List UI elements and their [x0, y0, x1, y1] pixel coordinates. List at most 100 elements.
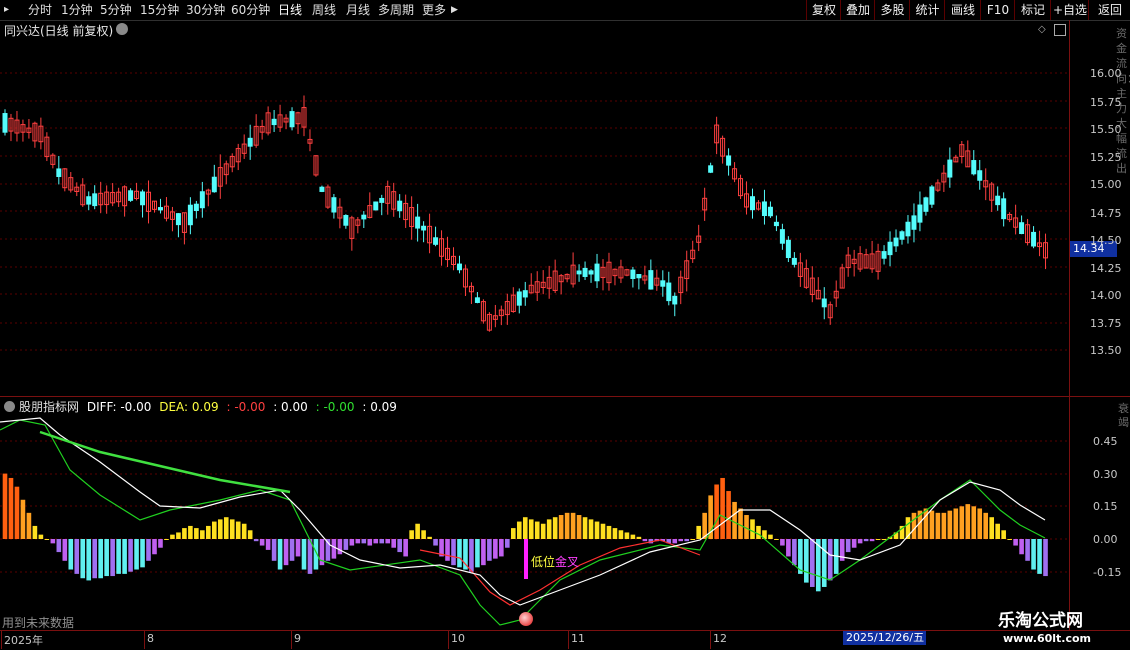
macd-histogram-bar: [738, 508, 743, 539]
time-axis-tick: [568, 631, 569, 649]
macd-histogram-bar: [44, 539, 50, 540]
macd-histogram-bar: [505, 539, 510, 548]
candle-body: [474, 297, 480, 303]
candle-body: [576, 270, 582, 275]
candle-body: [1001, 198, 1007, 220]
candle-body: [211, 176, 217, 193]
candle-body: [331, 197, 337, 213]
macd-histogram-bar: [427, 536, 432, 539]
candle-body: [660, 280, 666, 287]
candle-body: [594, 263, 600, 282]
macd-histogram-bar: [768, 534, 773, 539]
indicator-chevron-icon[interactable]: [4, 401, 15, 412]
macd-histogram-bar: [684, 539, 690, 542]
macd-histogram-bar: [217, 519, 223, 539]
macd-histogram-bar: [1037, 539, 1042, 574]
macd-histogram-bar: [391, 539, 396, 548]
macd-histogram-bar: [941, 512, 947, 539]
candle-body: [887, 241, 893, 256]
candle-body: [361, 214, 367, 220]
macd-histogram-bar: [499, 539, 504, 557]
price-axis-label: 16.00: [1090, 67, 1122, 80]
macd-histogram-bar: [511, 528, 516, 539]
macd-histogram-bar: [188, 525, 193, 539]
indicator-sidebar: 衰竭: [1118, 402, 1129, 429]
macd-histogram-bar: [38, 534, 44, 539]
dea-value: DEA: 0.09: [159, 400, 219, 414]
macd-histogram-bar: [259, 539, 265, 546]
macd-histogram-bar: [62, 539, 68, 561]
macd-histogram-bar: [409, 530, 414, 539]
indicator-header: 股朋指标网 DIFF: -0.00 DEA: 0.09 : -0.00 : 0.…: [4, 398, 401, 415]
macd-histogram-bar: [672, 539, 678, 544]
macd-histogram-bar: [403, 539, 408, 557]
candle-body: [881, 251, 887, 259]
macd-histogram-bar: [851, 539, 857, 548]
macd-histogram-bar: [361, 539, 367, 544]
signal-suffix: 金叉: [555, 555, 580, 569]
macd-histogram-bar: [235, 521, 241, 539]
signal-marker-icon[interactable]: [519, 612, 533, 626]
candle-body: [373, 201, 379, 211]
candle-body: [319, 186, 325, 192]
macd-histogram-bar: [546, 519, 552, 539]
macd-histogram-bar: [493, 539, 498, 559]
macd-histogram-bar: [104, 539, 109, 577]
macd-histogram-bar: [170, 534, 175, 539]
macd-histogram-bar: [732, 501, 737, 539]
macd-histogram-bar: [421, 530, 426, 539]
watermark-url: www.60lt.com: [1003, 632, 1092, 645]
price-axis-label: 15.75: [1090, 96, 1122, 109]
panel-divider[interactable]: [0, 396, 1069, 397]
macd-histogram-bar: [804, 539, 809, 583]
macd-histogram-bar: [522, 517, 528, 539]
candle-body: [899, 231, 905, 240]
candle-body: [630, 269, 636, 280]
candle-body: [175, 213, 181, 226]
macd-histogram-bar: [1001, 530, 1006, 539]
candle-body: [917, 204, 923, 223]
macd-histogram-bar: [110, 539, 115, 577]
macd-histogram-bar: [379, 539, 385, 544]
macd-histogram-bar: [618, 530, 624, 539]
macd-histogram-bar: [451, 539, 456, 566]
macd-histogram-bar: [367, 539, 373, 546]
macd-histogram-bar: [911, 512, 917, 539]
macd-histogram-bar: [415, 523, 420, 539]
candle-body: [516, 291, 522, 306]
time-axis-tick: [1, 631, 2, 649]
indicator-name[interactable]: 股朋指标网: [19, 400, 79, 414]
time-axis-tick: [144, 631, 145, 649]
macd-histogram-bar: [50, 539, 56, 544]
price-axis-label: 14.00: [1090, 289, 1122, 302]
macd-histogram-bar: [606, 525, 612, 539]
dea-line: [0, 417, 1046, 606]
macd-histogram-bar: [624, 532, 630, 539]
macd-histogram-bar: [337, 539, 343, 555]
macd-histogram-bar: [349, 539, 355, 546]
candle-body: [636, 274, 642, 279]
candle-body: [187, 204, 193, 226]
macd-histogram-bar: [92, 539, 97, 579]
candle-body: [666, 282, 672, 302]
macd-histogram-bar: [774, 539, 779, 540]
macd-histogram-bar: [929, 510, 935, 539]
candle-body: [582, 267, 588, 277]
candle-body: [977, 170, 983, 181]
macd-histogram-bar: [26, 512, 32, 539]
golden-cross-signal: 低位金叉: [531, 553, 579, 570]
price-axis-label: 15.00: [1090, 178, 1122, 191]
macd-histogram-bar: [14, 486, 20, 539]
macd-histogram-bar: [534, 521, 540, 539]
macd-histogram-bar: [983, 512, 989, 539]
macd-histogram-bar: [935, 512, 941, 539]
macd-histogram-bar: [206, 525, 211, 539]
macd-histogram-bar: [140, 539, 145, 568]
macd-histogram-bar: [786, 539, 791, 557]
macd-histogram-bar: [469, 539, 474, 572]
price-axis-border: [1069, 20, 1070, 630]
macd-histogram-bar: [845, 539, 851, 553]
macd-histogram-bar: [80, 539, 86, 579]
macd-histogram-bar: [1025, 539, 1030, 561]
macd-histogram-bar: [116, 539, 121, 574]
